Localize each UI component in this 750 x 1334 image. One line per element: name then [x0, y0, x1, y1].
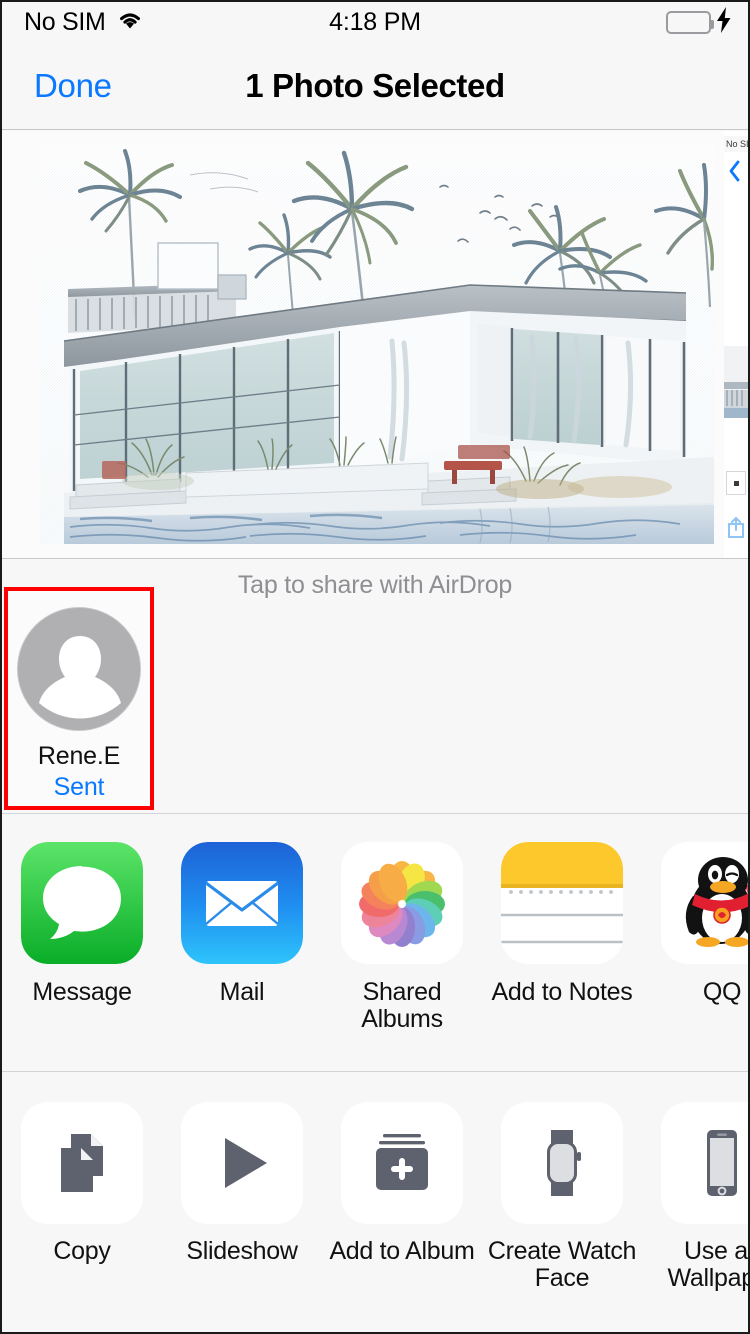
status-bar-center: 4:18 PM: [2, 2, 748, 42]
notes-app-icon: [501, 842, 623, 964]
peek-photo-thumbnail: [724, 346, 748, 418]
lightning-bolt-icon: [715, 6, 732, 38]
share-action-label: Create Watch Face: [487, 1237, 637, 1292]
peek-mini-thumbnail: [726, 471, 746, 495]
share-app-message[interactable]: Message: [2, 814, 162, 1006]
photos-shared-albums-icon: [341, 842, 463, 964]
mail-app-icon: [181, 842, 303, 964]
share-action-slideshow[interactable]: Slideshow: [162, 1072, 322, 1265]
share-action-use-as-wallpaper[interactable]: Use as Wallpaper: [642, 1072, 748, 1292]
selected-photos-strip[interactable]: No SIM: [2, 131, 748, 558]
photo-artwork: [40, 145, 714, 544]
share-app-label: Mail: [219, 978, 265, 1006]
share-action-label: Add to Album: [329, 1237, 475, 1265]
airdrop-contact-name: Rene.E: [37, 742, 121, 770]
share-action-label: Slideshow: [186, 1237, 298, 1265]
chevron-left-icon[interactable]: [727, 159, 741, 183]
add-to-album-icon: [341, 1102, 463, 1224]
airdrop-contact-rene-e[interactable]: Rene.E Sent: [4, 587, 154, 810]
peek-carrier-label: No SIM: [724, 136, 748, 152]
person-placeholder-icon: [17, 607, 141, 731]
messages-app-icon: [21, 842, 143, 964]
share-action-create-watch-face[interactable]: Create Watch Face: [482, 1072, 642, 1292]
share-action-add-to-album[interactable]: Add to Album: [322, 1072, 482, 1265]
clock-label: 4:18 PM: [329, 7, 421, 36]
share-app-label: Add to Notes: [491, 978, 633, 1006]
share-app-label: QQ: [702, 978, 742, 1006]
selected-photo-thumbnail[interactable]: [40, 145, 714, 544]
airdrop-section: Tap to share with AirDrop Rene.E Sent: [2, 558, 748, 813]
share-app-label: Message: [32, 978, 132, 1006]
share-app-shared-albums[interactable]: Shared Albums: [322, 814, 482, 1033]
iphone-icon: [661, 1102, 748, 1224]
airdrop-contact-status: Sent: [53, 773, 105, 801]
share-app-qq[interactable]: QQ: [642, 814, 748, 1006]
share-sheet-screen: No SIM 4:18 PM Done 1 Photo Selected No …: [0, 0, 750, 1334]
share-app-row[interactable]: Message Mail Shared Albums Add to Notes …: [2, 813, 748, 1071]
battery-full-icon: [666, 10, 714, 34]
share-action-copy[interactable]: Copy: [2, 1072, 162, 1265]
share-app-mail[interactable]: Mail: [162, 814, 322, 1006]
apple-watch-icon: [501, 1102, 623, 1224]
status-bar-right: [666, 2, 732, 42]
page-title: 1 Photo Selected: [245, 67, 505, 104]
share-up-arrow-icon[interactable]: [727, 516, 745, 538]
share-action-label: Use as Wallpaper: [667, 1237, 748, 1292]
share-app-label: Shared Albums: [361, 978, 443, 1033]
status-bar: No SIM 4:18 PM: [2, 2, 748, 42]
play-triangle-icon: [181, 1102, 303, 1224]
navigation-bar: Done 1 Photo Selected: [2, 42, 748, 130]
qq-app-icon: [661, 842, 748, 964]
share-app-add-to-notes[interactable]: Add to Notes: [482, 814, 642, 1006]
copy-documents-icon: [21, 1102, 143, 1224]
background-screen-peek: No SIM: [724, 131, 748, 558]
share-action-label: Copy: [53, 1237, 111, 1265]
share-action-row[interactable]: Copy Slideshow Add to Album Create Watch…: [2, 1071, 748, 1332]
